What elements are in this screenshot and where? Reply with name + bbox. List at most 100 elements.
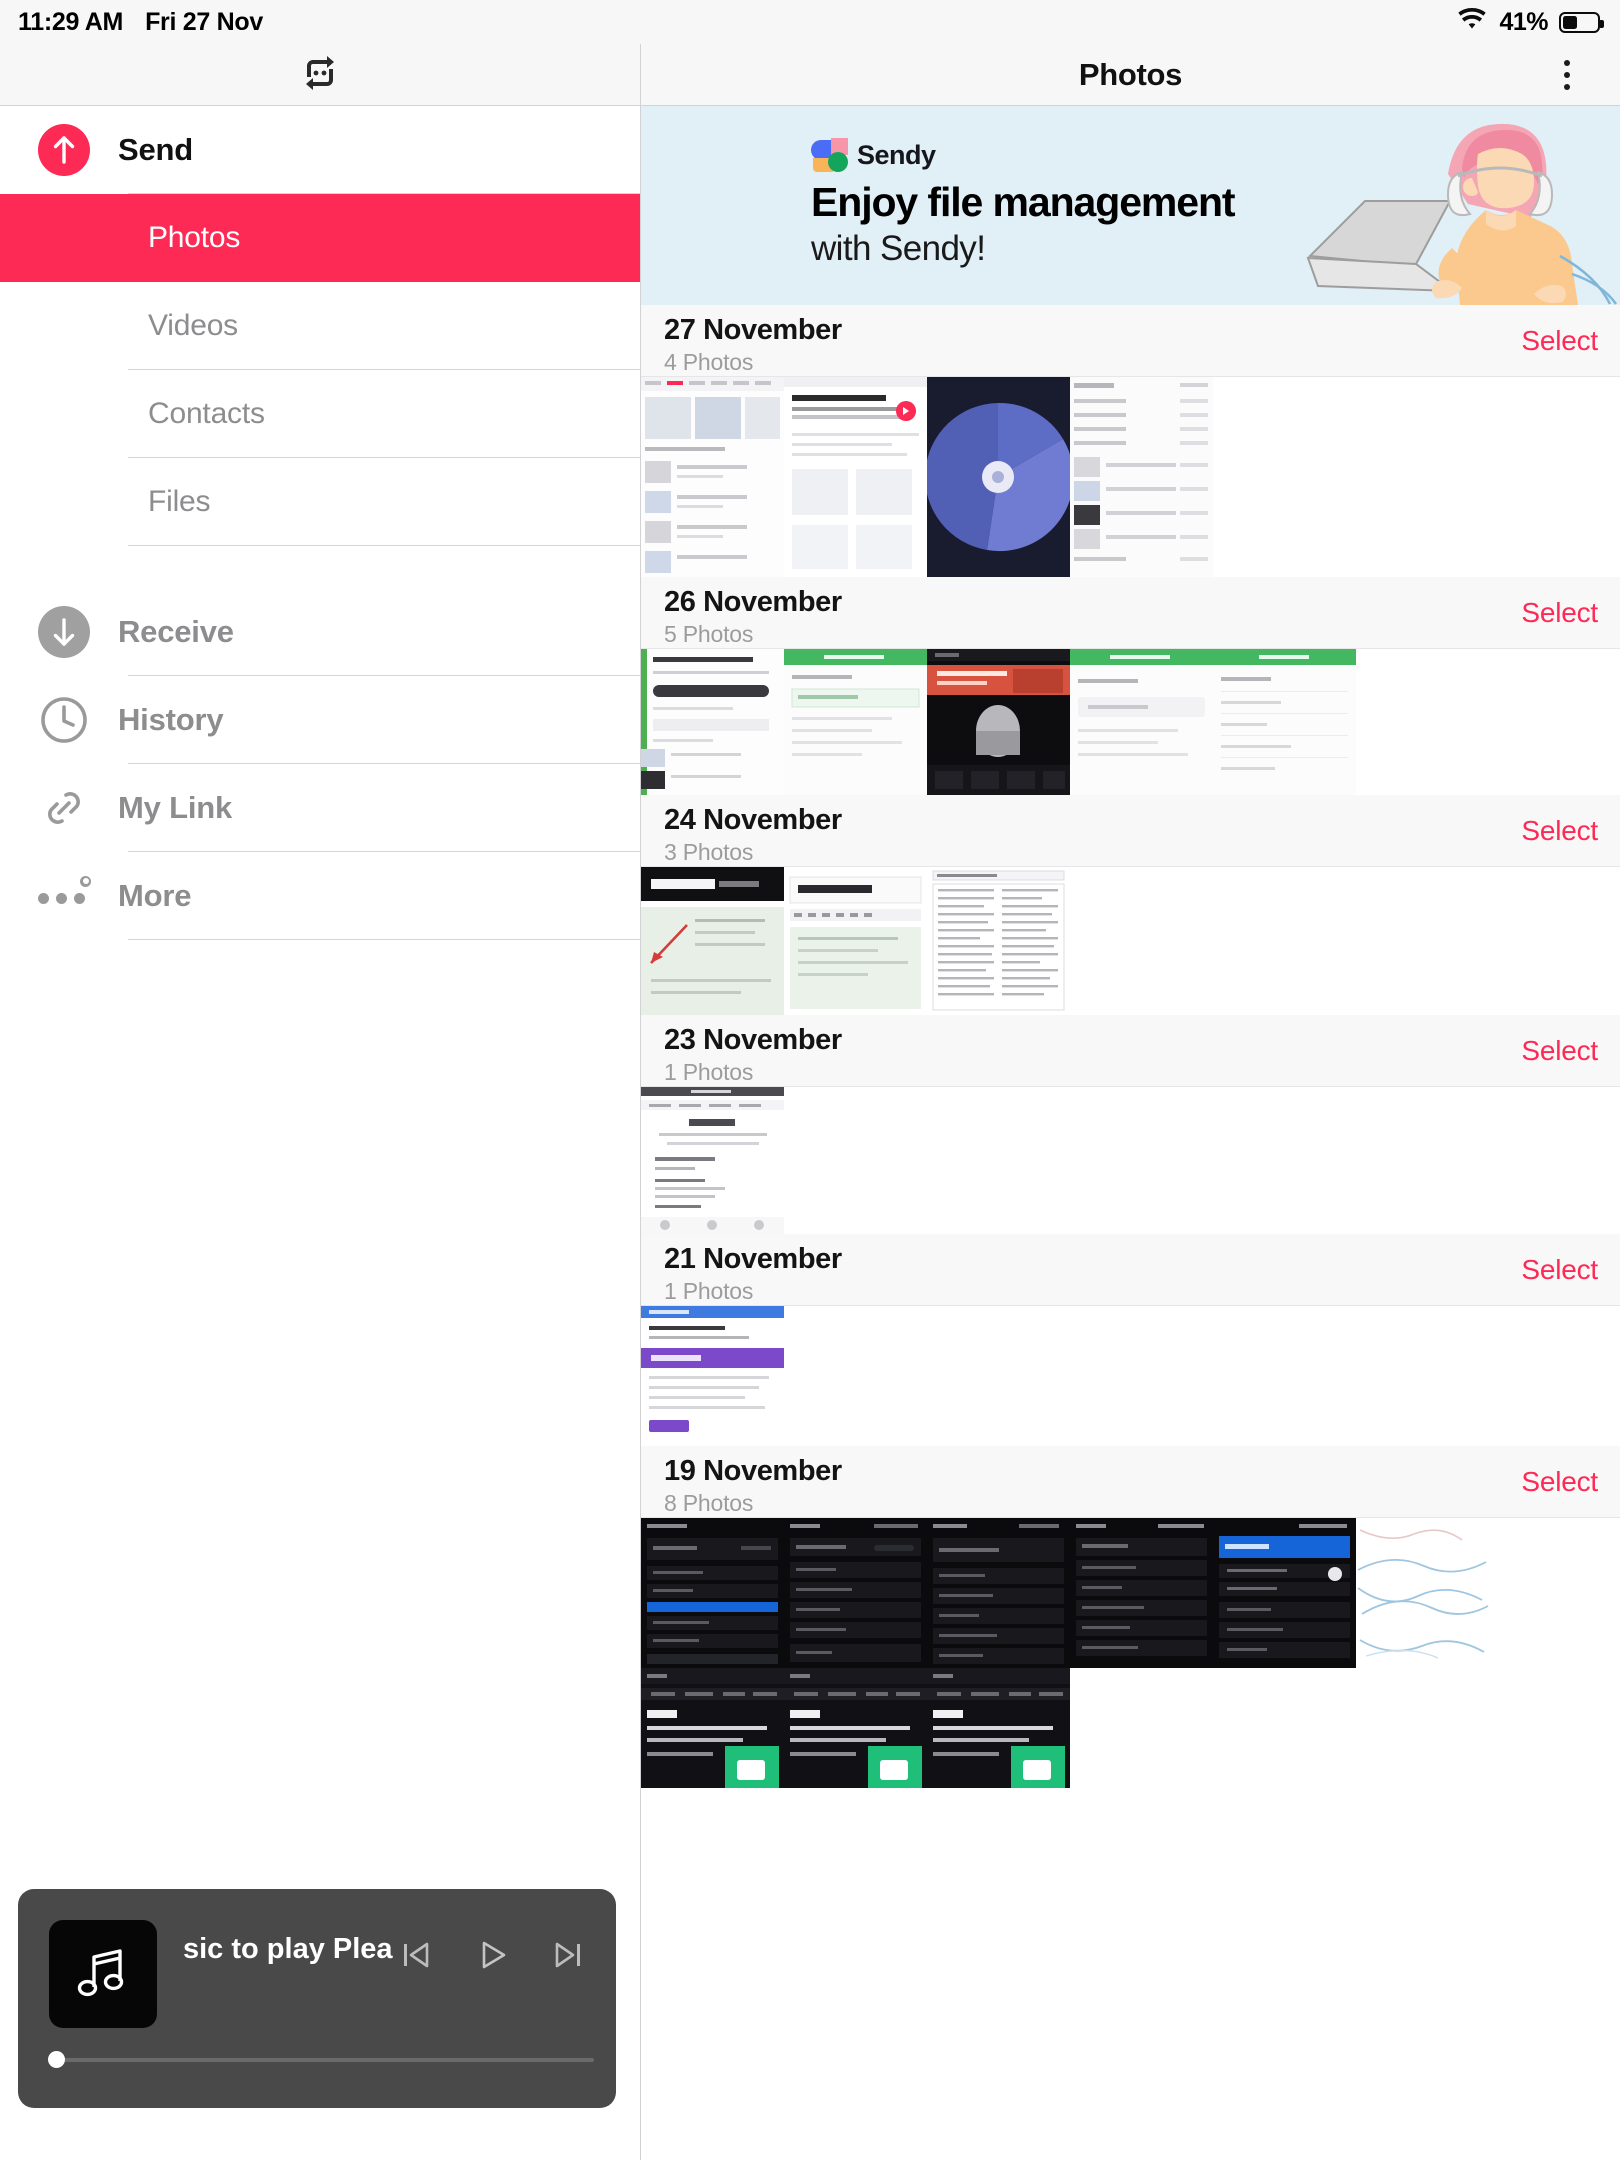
photo-thumbnail-empty	[927, 1306, 1070, 1446]
photo-thumbnail[interactable]	[641, 867, 784, 1015]
select-button[interactable]: Select	[1521, 1254, 1598, 1286]
photo-thumbnail-empty	[927, 1087, 1070, 1234]
header-right-pane: Photos	[641, 44, 1620, 106]
skip-next-icon[interactable]	[548, 1935, 588, 1975]
photo-thumbnail[interactable]	[1213, 1518, 1356, 1668]
wifi-icon	[1456, 7, 1488, 37]
photo-strip	[641, 1518, 1620, 1668]
photo-thumbnail[interactable]	[927, 649, 1070, 795]
date-header: 19 November 8 Photos Select	[641, 1446, 1620, 1518]
select-button[interactable]: Select	[1521, 1035, 1598, 1067]
sidebar-item-files[interactable]: Files	[0, 458, 640, 546]
photo-thumbnail-empty	[1070, 867, 1213, 1015]
photo-thumbnail[interactable]	[641, 649, 784, 795]
select-button[interactable]: Select	[1521, 815, 1598, 847]
page-title: Photos	[1078, 57, 1183, 92]
photo-thumbnail[interactable]	[641, 1087, 784, 1234]
photo-thumbnail-empty	[1499, 1087, 1620, 1234]
sidebar-item-receive[interactable]: Receive	[0, 588, 640, 676]
music-note-icon	[49, 1920, 157, 2028]
photo-thumbnail[interactable]	[641, 377, 784, 577]
photo-strip	[641, 867, 1620, 1015]
photo-thumbnail-empty	[1070, 1668, 1213, 1788]
photo-thumbnail-empty	[1213, 1087, 1356, 1234]
link-chain-icon	[38, 782, 90, 834]
photo-strip	[641, 649, 1620, 795]
sidebar: Send Photos Videos Contacts Files Receiv…	[0, 106, 641, 2160]
photo-thumbnail-empty	[1356, 1087, 1499, 1234]
photo-thumbnail-empty	[1213, 867, 1356, 1015]
photo-thumbnail[interactable]	[641, 1518, 784, 1668]
photo-thumbnail-empty	[1070, 1306, 1213, 1446]
photo-thumbnail[interactable]	[641, 1668, 784, 1788]
photo-thumbnail[interactable]	[927, 1518, 1070, 1668]
status-bar-left: 11:29 AM Fri 27 Nov	[0, 8, 263, 37]
date-header: 26 November 5 Photos Select	[641, 577, 1620, 649]
select-button[interactable]: Select	[1521, 597, 1598, 629]
music-player-widget[interactable]: sic to play Plea	[18, 1889, 616, 2108]
battery-percent: 41%	[1499, 7, 1548, 36]
sidebar-item-photos[interactable]: Photos	[0, 194, 640, 282]
date-label: 21 November	[664, 1243, 842, 1275]
battery-icon	[1559, 11, 1604, 33]
date-label: 19 November	[664, 1455, 842, 1487]
photo-thumbnail-empty	[1499, 377, 1620, 577]
repeat-rotate-icon[interactable]	[298, 51, 342, 100]
sidebar-item-my-link[interactable]: My Link	[0, 764, 640, 852]
sidebar-item-send[interactable]: Send	[0, 106, 640, 194]
photo-thumbnail[interactable]	[1070, 1518, 1213, 1668]
app-root: 11:29 AM Fri 27 Nov 41% Photos Send Phot…	[0, 0, 1620, 2160]
sidebar-item-history-label: History	[118, 702, 224, 737]
progress-knob[interactable]	[48, 2051, 65, 2068]
status-bar: 11:29 AM Fri 27 Nov 41%	[0, 0, 1620, 44]
select-button[interactable]: Select	[1521, 325, 1598, 357]
skip-previous-icon[interactable]	[396, 1935, 436, 1975]
ellipsis-icon	[38, 870, 91, 922]
woman-with-laptop-illustration	[1306, 123, 1618, 305]
banner-headline: Enjoy file management	[811, 179, 1236, 225]
date-label: 24 November	[664, 804, 842, 836]
play-icon[interactable]	[472, 1935, 512, 1975]
sidebar-item-more[interactable]: More	[0, 852, 640, 940]
photo-thumbnail-empty	[1070, 1087, 1213, 1234]
photo-thumbnail-empty	[1356, 867, 1499, 1015]
sendy-brand-name: Sendy	[857, 139, 936, 170]
photo-thumbnail[interactable]	[1070, 649, 1213, 795]
photo-thumbnail-empty	[1499, 649, 1620, 795]
photo-thumbnail[interactable]	[784, 867, 927, 1015]
photo-thumbnail[interactable]	[784, 1518, 927, 1668]
photo-thumbnail-empty	[1499, 867, 1620, 1015]
photo-strip	[641, 377, 1620, 577]
date-header: 24 November 3 Photos Select	[641, 795, 1620, 867]
photo-thumbnail[interactable]	[1356, 1518, 1499, 1668]
kebab-menu-icon[interactable]	[1554, 54, 1580, 96]
sidebar-item-videos[interactable]: Videos	[0, 282, 640, 370]
photo-count: 8 Photos	[664, 1490, 754, 1516]
photo-thumbnail-empty	[1213, 1306, 1356, 1446]
photo-thumbnail[interactable]	[784, 649, 927, 795]
photo-thumbnail[interactable]	[927, 377, 1070, 577]
select-button[interactable]: Select	[1521, 1466, 1598, 1498]
photo-thumbnail[interactable]	[784, 377, 927, 577]
photo-thumbnail-empty	[1213, 377, 1356, 577]
arrow-up-circle-icon	[38, 124, 90, 176]
photo-strip	[641, 1306, 1620, 1446]
sidebar-item-history[interactable]: History	[0, 676, 640, 764]
photo-thumbnail[interactable]	[927, 867, 1070, 1015]
clock-icon	[38, 694, 90, 746]
photo-strip	[641, 1087, 1620, 1234]
photo-thumbnail[interactable]	[1070, 377, 1213, 577]
date-label: 27 November	[664, 314, 842, 346]
sidebar-item-more-label: More	[118, 878, 192, 913]
playback-progress-slider[interactable]	[48, 2051, 594, 2068]
sidebar-item-contacts[interactable]: Contacts	[0, 370, 640, 458]
photo-thumbnail[interactable]	[641, 1306, 784, 1446]
photo-strip-overflow	[641, 1668, 1620, 1788]
photo-thumbnail[interactable]	[1213, 649, 1356, 795]
photo-count: 5 Photos	[664, 621, 754, 647]
sendy-promo-banner[interactable]: Sendy Enjoy file management with Sendy!	[641, 106, 1620, 305]
photo-thumbnail[interactable]	[784, 1668, 927, 1788]
photo-count: 3 Photos	[664, 839, 754, 865]
photo-thumbnail[interactable]	[927, 1668, 1070, 1788]
